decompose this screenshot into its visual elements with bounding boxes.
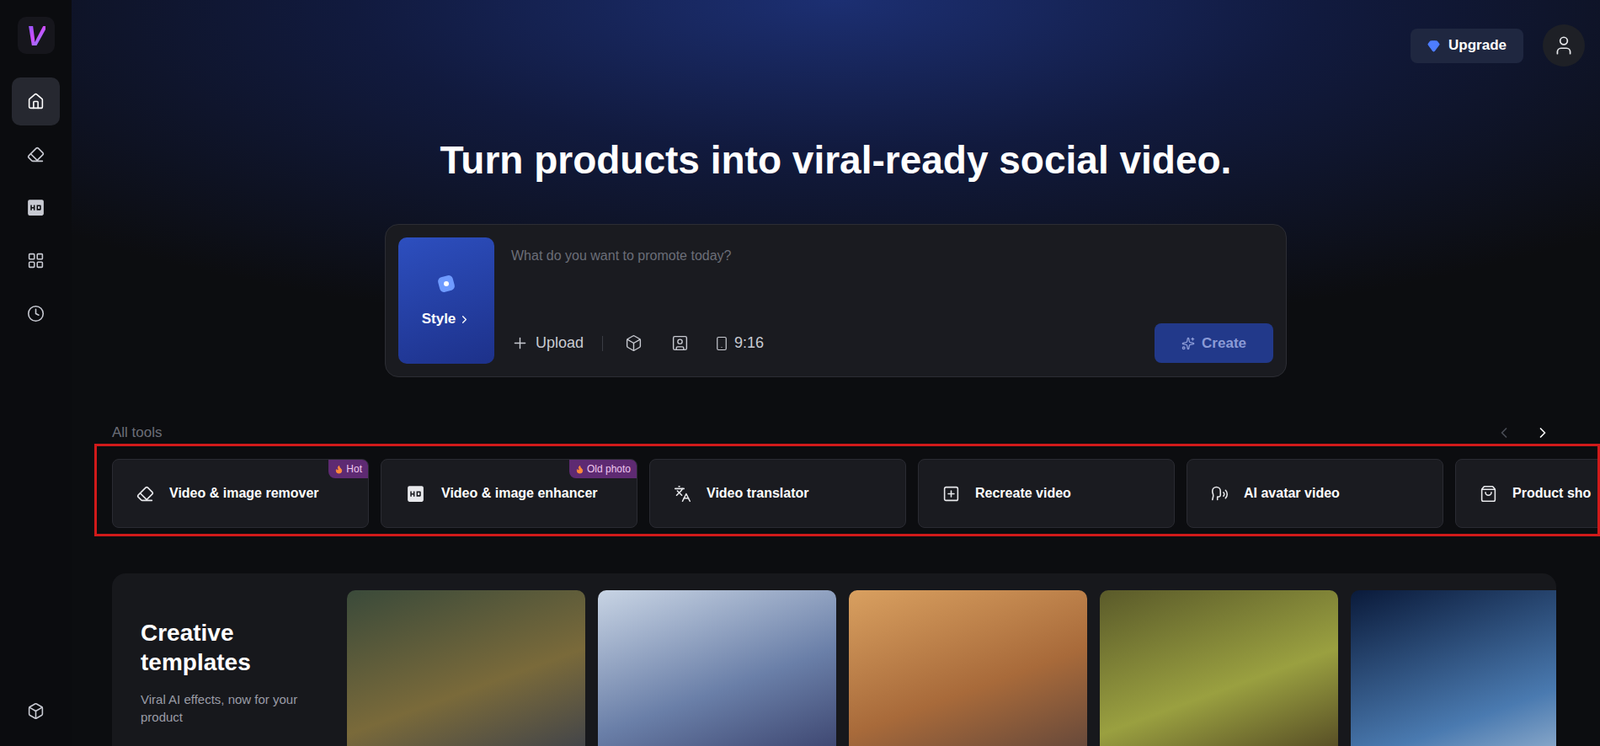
style-card[interactable]: Style — [398, 237, 495, 364]
tool-card[interactable]: Video & image remover Hot — [112, 458, 369, 528]
create-button[interactable]: Create — [1154, 323, 1274, 363]
tool-card[interactable]: AI avatar video — [1186, 458, 1444, 528]
ratio-button[interactable]: 9:16 — [714, 331, 764, 355]
app: V Upgrade Turn products into viral-ready s… — [0, 0, 1600, 746]
sidebar-item[interactable] — [11, 236, 60, 285]
home-icon — [26, 92, 45, 111]
box-icon — [26, 702, 45, 720]
main: Upgrade Turn products into viral-ready so… — [71, 0, 1600, 746]
product-button[interactable] — [624, 334, 643, 352]
templates-subtitle: Viral AI effects, now for your product — [140, 690, 310, 726]
style-icon — [433, 271, 459, 297]
sidebar-item[interactable] — [11, 77, 60, 126]
chevron-left-icon — [1495, 424, 1513, 442]
prompt-input[interactable]: What do you want to promote today? — [511, 245, 1274, 267]
tool-label: Video translator — [706, 483, 810, 504]
style-label: Style — [421, 308, 457, 331]
sidebar-bottom-item[interactable] — [19, 693, 54, 728]
flame-icon — [334, 464, 344, 475]
separator — [602, 336, 603, 352]
tools-row: Video & image remover Hot Video & image en… — [94, 443, 1600, 537]
sidebar-item[interactable] — [11, 183, 60, 232]
template-card[interactable] — [597, 590, 837, 746]
phone-icon — [714, 336, 730, 352]
tool-label: Recreate video — [975, 483, 1072, 504]
prev-button[interactable] — [1495, 424, 1513, 442]
tool-card[interactable]: Video translator — [649, 458, 907, 528]
tool-card[interactable]: Product sho — [1455, 458, 1600, 528]
tool-badge: Old photo — [569, 459, 637, 479]
history-icon — [26, 304, 45, 323]
sidebar-nav — [11, 77, 60, 338]
user-icon — [1552, 34, 1575, 57]
template-card[interactable] — [346, 590, 586, 746]
hd-icon — [405, 483, 427, 505]
flame-icon — [575, 464, 585, 475]
logo[interactable]: V — [17, 16, 55, 54]
gem-icon — [1427, 39, 1440, 53]
eraser-icon — [136, 485, 155, 503]
cube-icon — [624, 334, 643, 352]
templates-section: Creative templates Viral AI effects, now … — [112, 573, 1557, 746]
template-card[interactable] — [848, 590, 1088, 746]
upload-button[interactable]: Upload — [511, 331, 584, 355]
sidebar: V — [0, 0, 72, 746]
tool-badge: Hot — [328, 459, 368, 479]
sparkles-icon — [1181, 336, 1195, 351]
tool-label: Video & image remover — [169, 483, 320, 504]
profile-card-icon — [671, 334, 689, 352]
recreate-icon — [942, 485, 960, 503]
template-card[interactable] — [1350, 590, 1557, 746]
chevron-right-icon — [1534, 424, 1552, 442]
chevron-right-icon — [458, 313, 471, 326]
grid-icon — [26, 251, 45, 270]
hero-title: Turn products into viral-ready social vi… — [71, 137, 1600, 184]
tool-label: AI avatar video — [1243, 483, 1340, 504]
user-avatar[interactable] — [1542, 24, 1585, 67]
tool-label: Product sho — [1512, 483, 1591, 504]
templates-title: Creative templates — [140, 618, 267, 678]
upgrade-button[interactable]: Upgrade — [1410, 28, 1524, 64]
avatar-icon — [1210, 485, 1229, 503]
plus-icon — [511, 334, 529, 352]
tool-label: Video & image enhancer — [441, 483, 598, 504]
translate-icon — [673, 485, 692, 503]
next-button[interactable] — [1534, 424, 1552, 442]
sidebar-item[interactable] — [11, 289, 60, 338]
prompt-box: Style What do you want to promote today? U… — [384, 224, 1287, 378]
hd-icon — [25, 197, 47, 219]
template-card[interactable] — [1099, 590, 1339, 746]
tool-card[interactable]: Recreate video — [917, 458, 1175, 528]
avatar-button[interactable] — [671, 334, 689, 352]
tool-card[interactable]: Video & image enhancer Old photo — [380, 458, 638, 528]
product-icon — [1479, 485, 1498, 503]
tools-label: All tools — [112, 424, 163, 442]
sidebar-item[interactable] — [11, 130, 60, 179]
eraser-icon — [26, 145, 45, 164]
header: Upgrade — [71, 0, 1600, 67]
